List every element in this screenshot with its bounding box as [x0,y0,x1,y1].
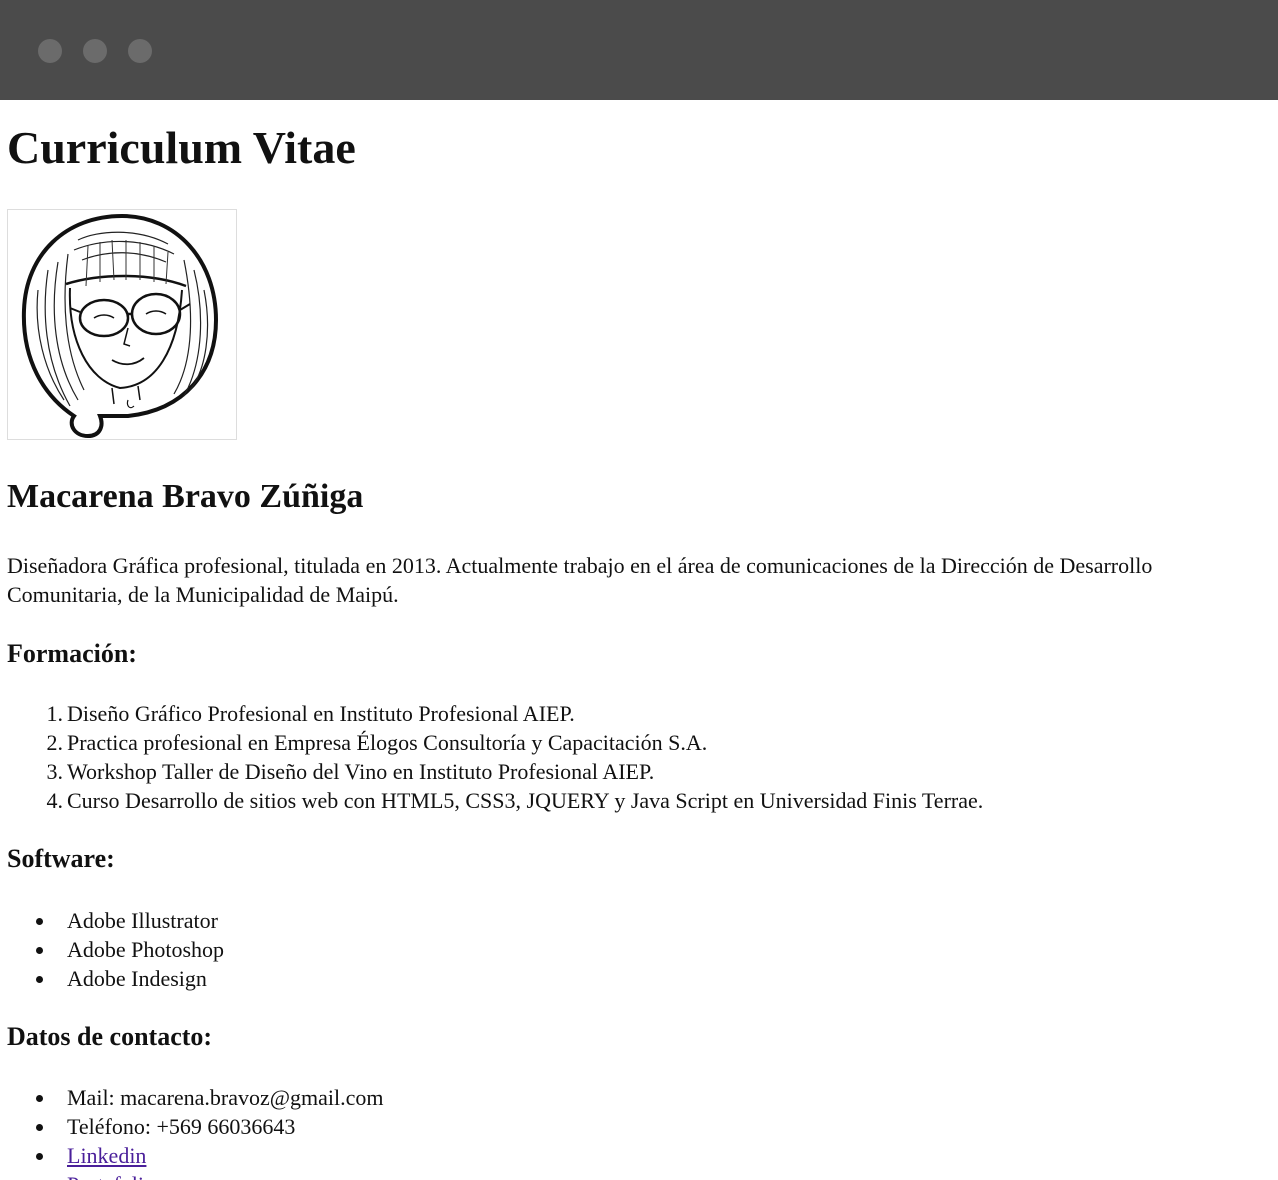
bio-paragraph: Diseñadora Gráfica profesional, titulada… [7,553,1153,607]
bullet-icon [36,918,43,925]
list-item: Adobe Indesign [7,964,224,993]
list-item: 4. Curso Desarrollo de sitios web con HTM… [7,786,984,815]
list-item-text: Curso Desarrollo de sitios web con HTML5… [67,788,984,813]
list-item-text: Adobe Photoshop [67,937,225,962]
page-title: Curriculum Vitae [7,122,356,173]
contacto-list: Mail: macarena.bravoz@gmail.com Teléfono… [7,1083,384,1180]
list-item-text: Workshop Taller de Diseño del Vino en In… [67,759,655,784]
bullet-icon [36,1124,43,1131]
list-number: 1. [46,701,64,726]
formacion-list: 1. Diseño Gráfico Profesional en Institut… [7,699,984,815]
portrait-illustration [21,213,219,439]
bullet-icon [36,947,43,954]
list-item: Linkedin [7,1141,384,1170]
contact-mail: Mail: macarena.bravoz@gmail.com [67,1085,384,1110]
window-titlebar [0,0,1278,100]
list-number: 3. [46,759,64,784]
section-heading-formacion: Formación: [7,639,137,668]
list-number: 2. [46,730,64,755]
window-close-dot[interactable] [38,39,62,63]
portfolio-link[interactable]: Portafolio [67,1172,155,1180]
window-minimize-dot[interactable] [83,39,107,63]
list-item: Mail: macarena.bravoz@gmail.com [7,1083,384,1112]
software-list: Adobe Illustrator Adobe Photoshop Adobe … [7,906,224,993]
window-zoom-dot[interactable] [128,39,152,63]
list-item: Teléfono: +569 66036643 [7,1112,384,1141]
section-heading-software: Software: [7,844,115,873]
list-item-text: Practica profesional en Empresa Élogos C… [67,730,708,755]
list-item: Adobe Photoshop [7,935,224,964]
list-item: 1. Diseño Gráfico Profesional en Institut… [7,699,983,728]
list-number: 4. [46,788,64,813]
section-heading-contacto: Datos de contacto: [7,1022,213,1051]
list-item: 2. Practica profesional en Empresa Élogos… [7,728,983,757]
bullet-icon [36,976,43,983]
bullet-icon [36,1153,43,1160]
person-name: Macarena Bravo Zúñiga [7,478,364,515]
list-item: 3. Workshop Taller de Diseño del Vino en … [7,757,983,786]
contact-phone: Teléfono: +569 66036643 [67,1114,296,1139]
list-item: Adobe Illustrator [7,906,224,935]
list-item-text: Adobe Illustrator [67,908,218,933]
avatar-portrait [7,209,237,440]
list-item-text: Diseño Gráfico Profesional en Instituto … [67,701,575,726]
list-item-text: Adobe Indesign [67,966,207,991]
list-item: Portafolio [7,1170,384,1180]
linkedin-link[interactable]: Linkedin [67,1143,146,1168]
bullet-icon [36,1095,43,1102]
